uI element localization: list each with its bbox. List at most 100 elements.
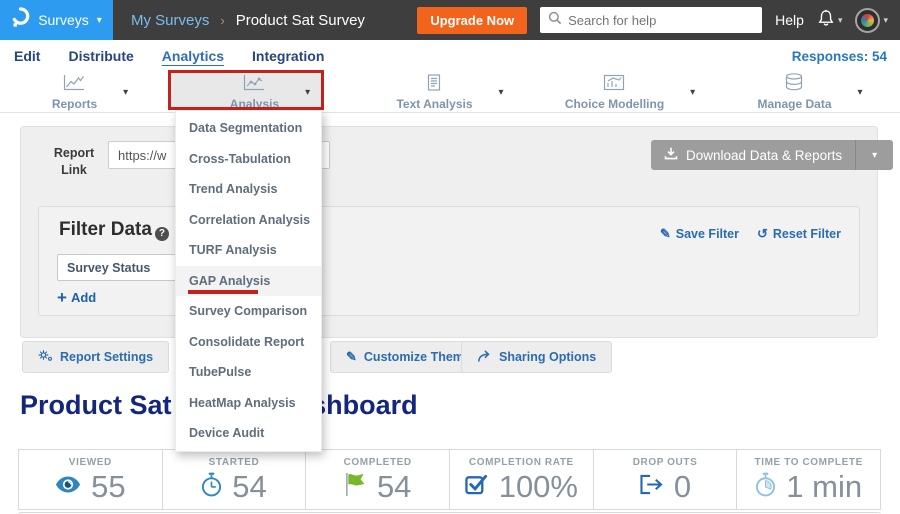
stat-viewed-value: 55 — [91, 469, 125, 505]
caret-down-icon — [838, 15, 843, 26]
stat-completed: COMPLETED 54 — [306, 450, 450, 509]
caret-down-icon — [499, 87, 504, 98]
toolbar-choice-modelling[interactable]: Choice Modelling — [540, 72, 720, 112]
save-filter-link[interactable]: Save Filter — [660, 226, 739, 242]
checkbox-icon — [465, 473, 489, 502]
top-bar: Surveys My Surveys › Product Sat Survey … — [0, 0, 900, 40]
stat-time-to-complete: TIME TO COMPLETE 1 min — [737, 450, 880, 509]
gears-icon — [38, 349, 53, 365]
nav-item-integration[interactable]: Integration — [252, 48, 324, 64]
toolbar-reports-label: Reports — [52, 97, 97, 111]
reset-icon — [757, 226, 768, 242]
menu-item-tubepulse[interactable]: TubePulse — [176, 357, 321, 388]
search-input[interactable] — [568, 13, 754, 28]
toolbar-manage-data[interactable]: Manage Data — [720, 72, 900, 112]
upgrade-now-button[interactable]: Upgrade Now — [417, 7, 527, 34]
help-question-icon[interactable]: ? — [155, 227, 169, 241]
tab-report-settings-label: Report Settings — [60, 350, 153, 364]
caret-down-icon — [97, 15, 102, 26]
tab-sharing-options-label: Sharing Options — [499, 350, 596, 364]
edit-icon — [660, 226, 671, 242]
menu-item-correlation-analysis[interactable]: Correlation Analysis — [176, 205, 321, 236]
tab-sharing-options[interactable]: Sharing Options — [461, 341, 612, 373]
exit-arrow-icon — [639, 474, 664, 500]
stat-time-to-complete-value: 1 min — [786, 469, 862, 505]
eye-icon — [55, 476, 81, 498]
menu-item-survey-comparison[interactable]: Survey Comparison — [176, 296, 321, 327]
download-button-label: Download Data & Reports — [686, 148, 842, 163]
stat-drop-outs-value: 0 — [674, 469, 691, 505]
account-menu-button[interactable] — [855, 8, 888, 33]
stat-completion-rate-label: COMPLETION RATE — [469, 457, 574, 468]
filter-panel: Filter Data ? Save Filter Reset Filter S… — [38, 206, 860, 316]
database-icon — [783, 73, 805, 96]
nav-item-analytics[interactable]: Analytics — [162, 48, 224, 64]
breadcrumb-my-surveys[interactable]: My Surveys — [131, 12, 209, 29]
analysis-dropdown-menu: Data Segmentation Cross-Tabulation Trend… — [175, 110, 322, 452]
stopwatch-icon — [201, 472, 222, 502]
avatar-logo — [861, 14, 874, 27]
toolbar-reports[interactable]: Reports — [0, 72, 180, 112]
menu-item-data-segmentation[interactable]: Data Segmentation — [176, 113, 321, 144]
caret-down-icon — [690, 87, 695, 98]
reset-filter-link[interactable]: Reset Filter — [757, 226, 841, 242]
plus-icon — [57, 291, 67, 304]
stat-completed-label: COMPLETED — [344, 457, 412, 468]
download-icon — [664, 147, 678, 163]
caret-down-icon — [123, 87, 128, 98]
toolbar-analysis[interactable]: Analysis — [180, 72, 360, 112]
download-options-caret-button[interactable] — [855, 140, 893, 170]
download-data-reports-button[interactable]: Download Data & Reports — [651, 140, 855, 170]
menu-item-gap-analysis[interactable]: GAP Analysis — [176, 266, 321, 297]
responses-count: Responses: 54 — [792, 49, 900, 64]
menu-item-cross-tabulation[interactable]: Cross-Tabulation — [176, 144, 321, 175]
analytics-toolbar: Reports Analysis Text Analysis Choice Mo… — [0, 72, 900, 113]
filter-actions: Save Filter Reset Filter — [660, 226, 841, 242]
annotation-underline — [188, 290, 258, 294]
flag-icon — [344, 472, 367, 502]
caret-down-icon — [883, 15, 888, 26]
tab-customize-theme-label: Customize Theme — [364, 350, 471, 364]
filter-data-title: Filter Data ? — [59, 219, 169, 241]
reset-filter-label: Reset Filter — [773, 227, 841, 241]
notifications-button[interactable] — [817, 9, 843, 32]
breadcrumb: My Surveys › Product Sat Survey — [131, 12, 365, 29]
caret-down-icon — [872, 150, 877, 161]
line-chart-icon — [63, 74, 85, 96]
breadcrumb-current: Product Sat Survey — [236, 12, 365, 29]
caret-down-icon — [305, 87, 310, 98]
filter-data-title-text: Filter Data — [59, 219, 152, 241]
stat-viewed: VIEWED 55 — [19, 450, 163, 509]
save-filter-label: Save Filter — [676, 227, 739, 241]
questionpro-logo-icon — [11, 7, 30, 33]
nav-item-edit[interactable]: Edit — [14, 48, 40, 64]
stat-completion-rate-value: 100% — [499, 469, 578, 505]
menu-item-turf-analysis[interactable]: TURF Analysis — [176, 235, 321, 266]
tab-report-settings[interactable]: Report Settings — [22, 341, 169, 373]
help-search-box[interactable] — [540, 7, 762, 33]
help-link[interactable]: Help — [775, 12, 804, 28]
stat-viewed-label: VIEWED — [69, 457, 112, 468]
add-filter-link[interactable]: Add — [57, 290, 96, 305]
share-arrow-icon — [477, 350, 492, 365]
surveys-menu-button[interactable]: Surveys — [0, 0, 113, 40]
download-split-button: Download Data & Reports — [651, 140, 893, 170]
survey-nav-bar: Edit Distribute Analytics Integration Re… — [0, 40, 900, 72]
menu-item-device-audit[interactable]: Device Audit — [176, 418, 321, 449]
stat-completed-value: 54 — [377, 469, 411, 505]
nav-item-distribute[interactable]: Distribute — [68, 48, 133, 64]
caret-down-icon — [858, 87, 863, 98]
menu-item-consolidate-report[interactable]: Consolidate Report — [176, 327, 321, 358]
menu-item-heatmap-analysis[interactable]: HeatMap Analysis — [176, 388, 321, 419]
toolbar-text-analysis[interactable]: Text Analysis — [360, 72, 540, 112]
stats-bar: VIEWED 55 STARTED 54 COMPLETED 54 COMPLE… — [18, 449, 881, 510]
scatter-chart-icon — [243, 74, 265, 96]
pencil-icon — [346, 349, 357, 365]
toolbar-manage-data-label: Manage Data — [757, 97, 831, 111]
stat-drop-outs: DROP OUTS 0 — [594, 450, 738, 509]
menu-item-trend-analysis[interactable]: Trend Analysis — [176, 174, 321, 205]
bell-icon — [817, 9, 835, 32]
toolbar-choice-modelling-label: Choice Modelling — [565, 97, 664, 111]
stat-started: STARTED 54 — [163, 450, 307, 509]
survey-status-value: Survey Status — [67, 261, 150, 275]
